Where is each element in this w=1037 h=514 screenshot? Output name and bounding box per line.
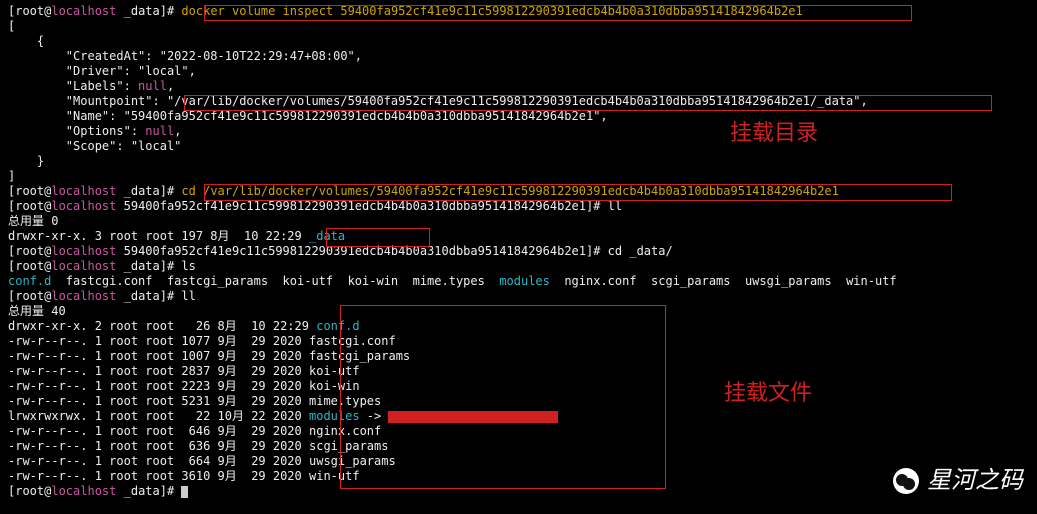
watermark: 星河之码	[893, 468, 1023, 494]
ls-files: fastcgi.conf fastcgi_params koi-utf koi-…	[51, 274, 499, 288]
prompt-dir: _data]#	[116, 4, 181, 18]
json-driver: "Driver": "local",	[8, 64, 196, 78]
json-comma: ",	[853, 94, 867, 108]
cmd-cd: cd	[181, 184, 203, 198]
json-null: null	[145, 124, 174, 138]
json-comma: ,	[174, 124, 181, 138]
ls-perm: -rw-r--r--. 1 root root 646 9月 29 2020	[8, 424, 309, 438]
ls-name: scgi_params	[309, 439, 388, 453]
prompt-host: localhost	[51, 184, 116, 198]
total-line: 总用量 40	[8, 304, 66, 318]
prompt-dir: _data]#	[116, 484, 181, 498]
ls-perm: -rw-r--r--. 1 root root 2837 9月 29 2020	[8, 364, 309, 378]
ls-modules: modules	[499, 274, 550, 288]
ls-perm: drwxr-xr-x. 2 root root 26 8月 10 22:29	[8, 319, 316, 333]
ls-perm: -rw-r--r--. 1 root root 1007 9月 29 2020	[8, 349, 309, 363]
ls-name: nginx.conf	[309, 424, 381, 438]
json-labels-key: "Labels":	[8, 79, 138, 93]
cmd-cd-arg: /var/lib/docker/volumes/59400fa952cf41e9…	[203, 184, 839, 198]
cmd-arg-volume: 59400fa952cf41e9c11c599812290391edcb4b4b…	[340, 4, 802, 18]
ls-perm: drwxr-xr-x. 3 root root 197 8月 10 22:29	[8, 229, 309, 243]
prompt-host: localhost	[51, 4, 116, 18]
json-close: ]	[8, 169, 15, 183]
ls-confd: conf.d	[8, 274, 51, 288]
ls-perm: -rw-r--r--. 1 root root 2223 9月 29 2020	[8, 379, 309, 393]
cmd-ll2: ll	[181, 289, 195, 303]
ls-name: koi-utf	[309, 364, 360, 378]
prompt-dir: 59400fa952cf41e9c11c599812290391edcb4b4b…	[116, 244, 607, 258]
total-line: 总用量 0	[8, 214, 58, 228]
ls-files2: nginx.conf scgi_params uwsgi_params win-…	[550, 274, 897, 288]
json-scope: "Scope": "local"	[8, 139, 181, 153]
prompt-host: localhost	[51, 259, 116, 273]
prompt-dir: _data]#	[116, 289, 181, 303]
ls-name: fastcgi_params	[309, 349, 410, 363]
wechat-icon	[893, 468, 919, 494]
json-comma: ,	[167, 79, 174, 93]
ls-perm: lrwxrwxrwx. 1 root root 22 10月 22 2020	[8, 409, 309, 423]
ls-name: mime.types	[309, 394, 381, 408]
json-open: [	[8, 19, 15, 33]
ls-perm: -rw-r--r--. 1 root root 1077 9月 29 2020	[8, 334, 309, 348]
prompt-user: [root@	[8, 259, 51, 273]
prompt-user: [root@	[8, 244, 51, 258]
dir-data: _data	[309, 229, 345, 243]
prompt-user: [root@	[8, 289, 51, 303]
cmd-ll: ll	[608, 199, 622, 213]
json-createdat: "CreatedAt": "2022-08-10T22:29:47+08:00"…	[8, 49, 362, 63]
json-brace: {	[8, 34, 44, 48]
cmd-ls: ls	[181, 259, 195, 273]
json-options-key: "Options":	[8, 124, 145, 138]
ls-name: koi-win	[309, 379, 360, 393]
prompt-dir: _data]#	[116, 184, 181, 198]
prompt-host: localhost	[51, 244, 116, 258]
json-comma: ",	[593, 109, 607, 123]
ls-name: fastcgi.conf	[309, 334, 396, 348]
json-brace: }	[8, 154, 44, 168]
prompt-user: [root@	[8, 184, 51, 198]
watermark-text: 星河之码	[927, 474, 1023, 489]
prompt-dir: _data]#	[116, 259, 181, 273]
json-null: null	[138, 79, 167, 93]
ls-perm: -rw-r--r--. 1 root root 636 9月 29 2020	[8, 439, 309, 453]
ls-name: win-utf	[309, 469, 360, 483]
ls-perm: -rw-r--r--. 1 root root 664 9月 29 2020	[8, 454, 309, 468]
json-mount-key: "Mountpoint": "	[8, 94, 174, 108]
cursor	[181, 486, 188, 498]
prompt-user: [root@	[8, 484, 51, 498]
json-name-val: 59400fa952cf41e9c11c599812290391edcb4b4b…	[131, 109, 593, 123]
prompt-dir: 59400fa952cf41e9c11c599812290391edcb4b4b…	[116, 199, 607, 213]
cmd-docker-inspect: docker volume inspect	[181, 4, 340, 18]
cmd-cd-data: cd _data/	[608, 244, 673, 258]
ls-name: modules	[309, 409, 360, 423]
json-name-key: "Name": "	[8, 109, 131, 123]
prompt-user: [root@	[8, 199, 51, 213]
prompt-host: localhost	[51, 484, 116, 498]
ls-name: uwsgi_params	[309, 454, 396, 468]
terminal[interactable]: [root@localhost _data]# docker volume in…	[8, 4, 1029, 499]
ls-name: conf.d	[316, 319, 359, 333]
ls-perm: -rw-r--r--. 1 root root 3610 9月 29 2020	[8, 469, 309, 483]
redacted-target	[388, 411, 558, 423]
prompt-host: localhost	[51, 289, 116, 303]
prompt-host: localhost	[51, 199, 116, 213]
prompt-user: [root@	[8, 4, 51, 18]
ls-arrow: ->	[360, 409, 389, 423]
ls-perm: -rw-r--r--. 1 root root 5231 9月 29 2020	[8, 394, 309, 408]
json-mountpoint: /var/lib/docker/volumes/59400fa952cf41e9…	[174, 94, 853, 108]
